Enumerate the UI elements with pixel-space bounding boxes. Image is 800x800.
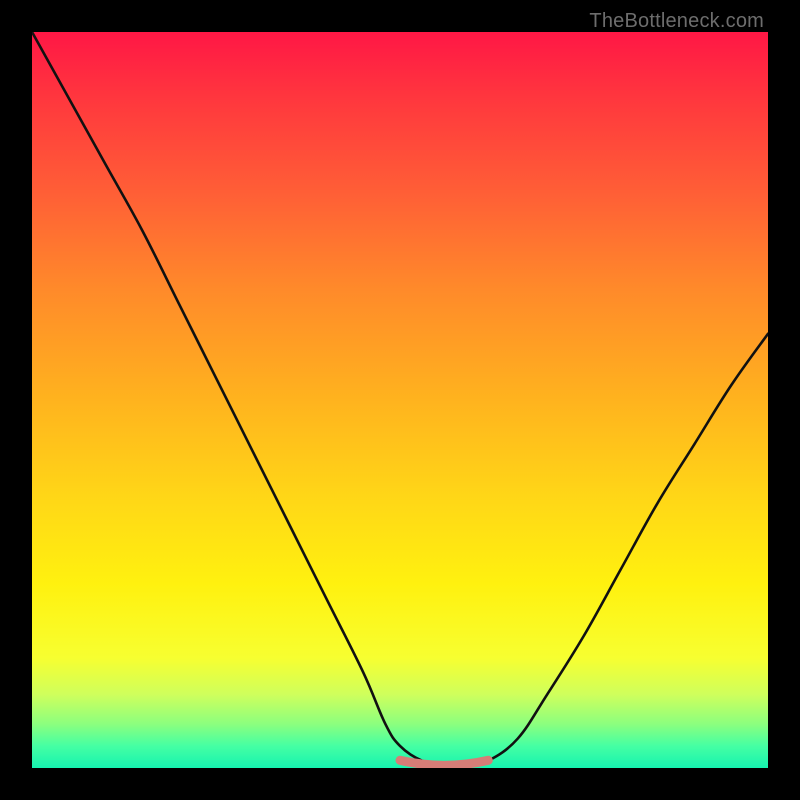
chart-frame: TheBottleneck.com [0,0,800,800]
plot-area [32,32,768,768]
flat-region-marker [400,760,488,765]
attribution-label: TheBottleneck.com [589,10,764,33]
bottleneck-curve-svg [32,32,768,768]
bottleneck-curve-path [32,32,768,765]
